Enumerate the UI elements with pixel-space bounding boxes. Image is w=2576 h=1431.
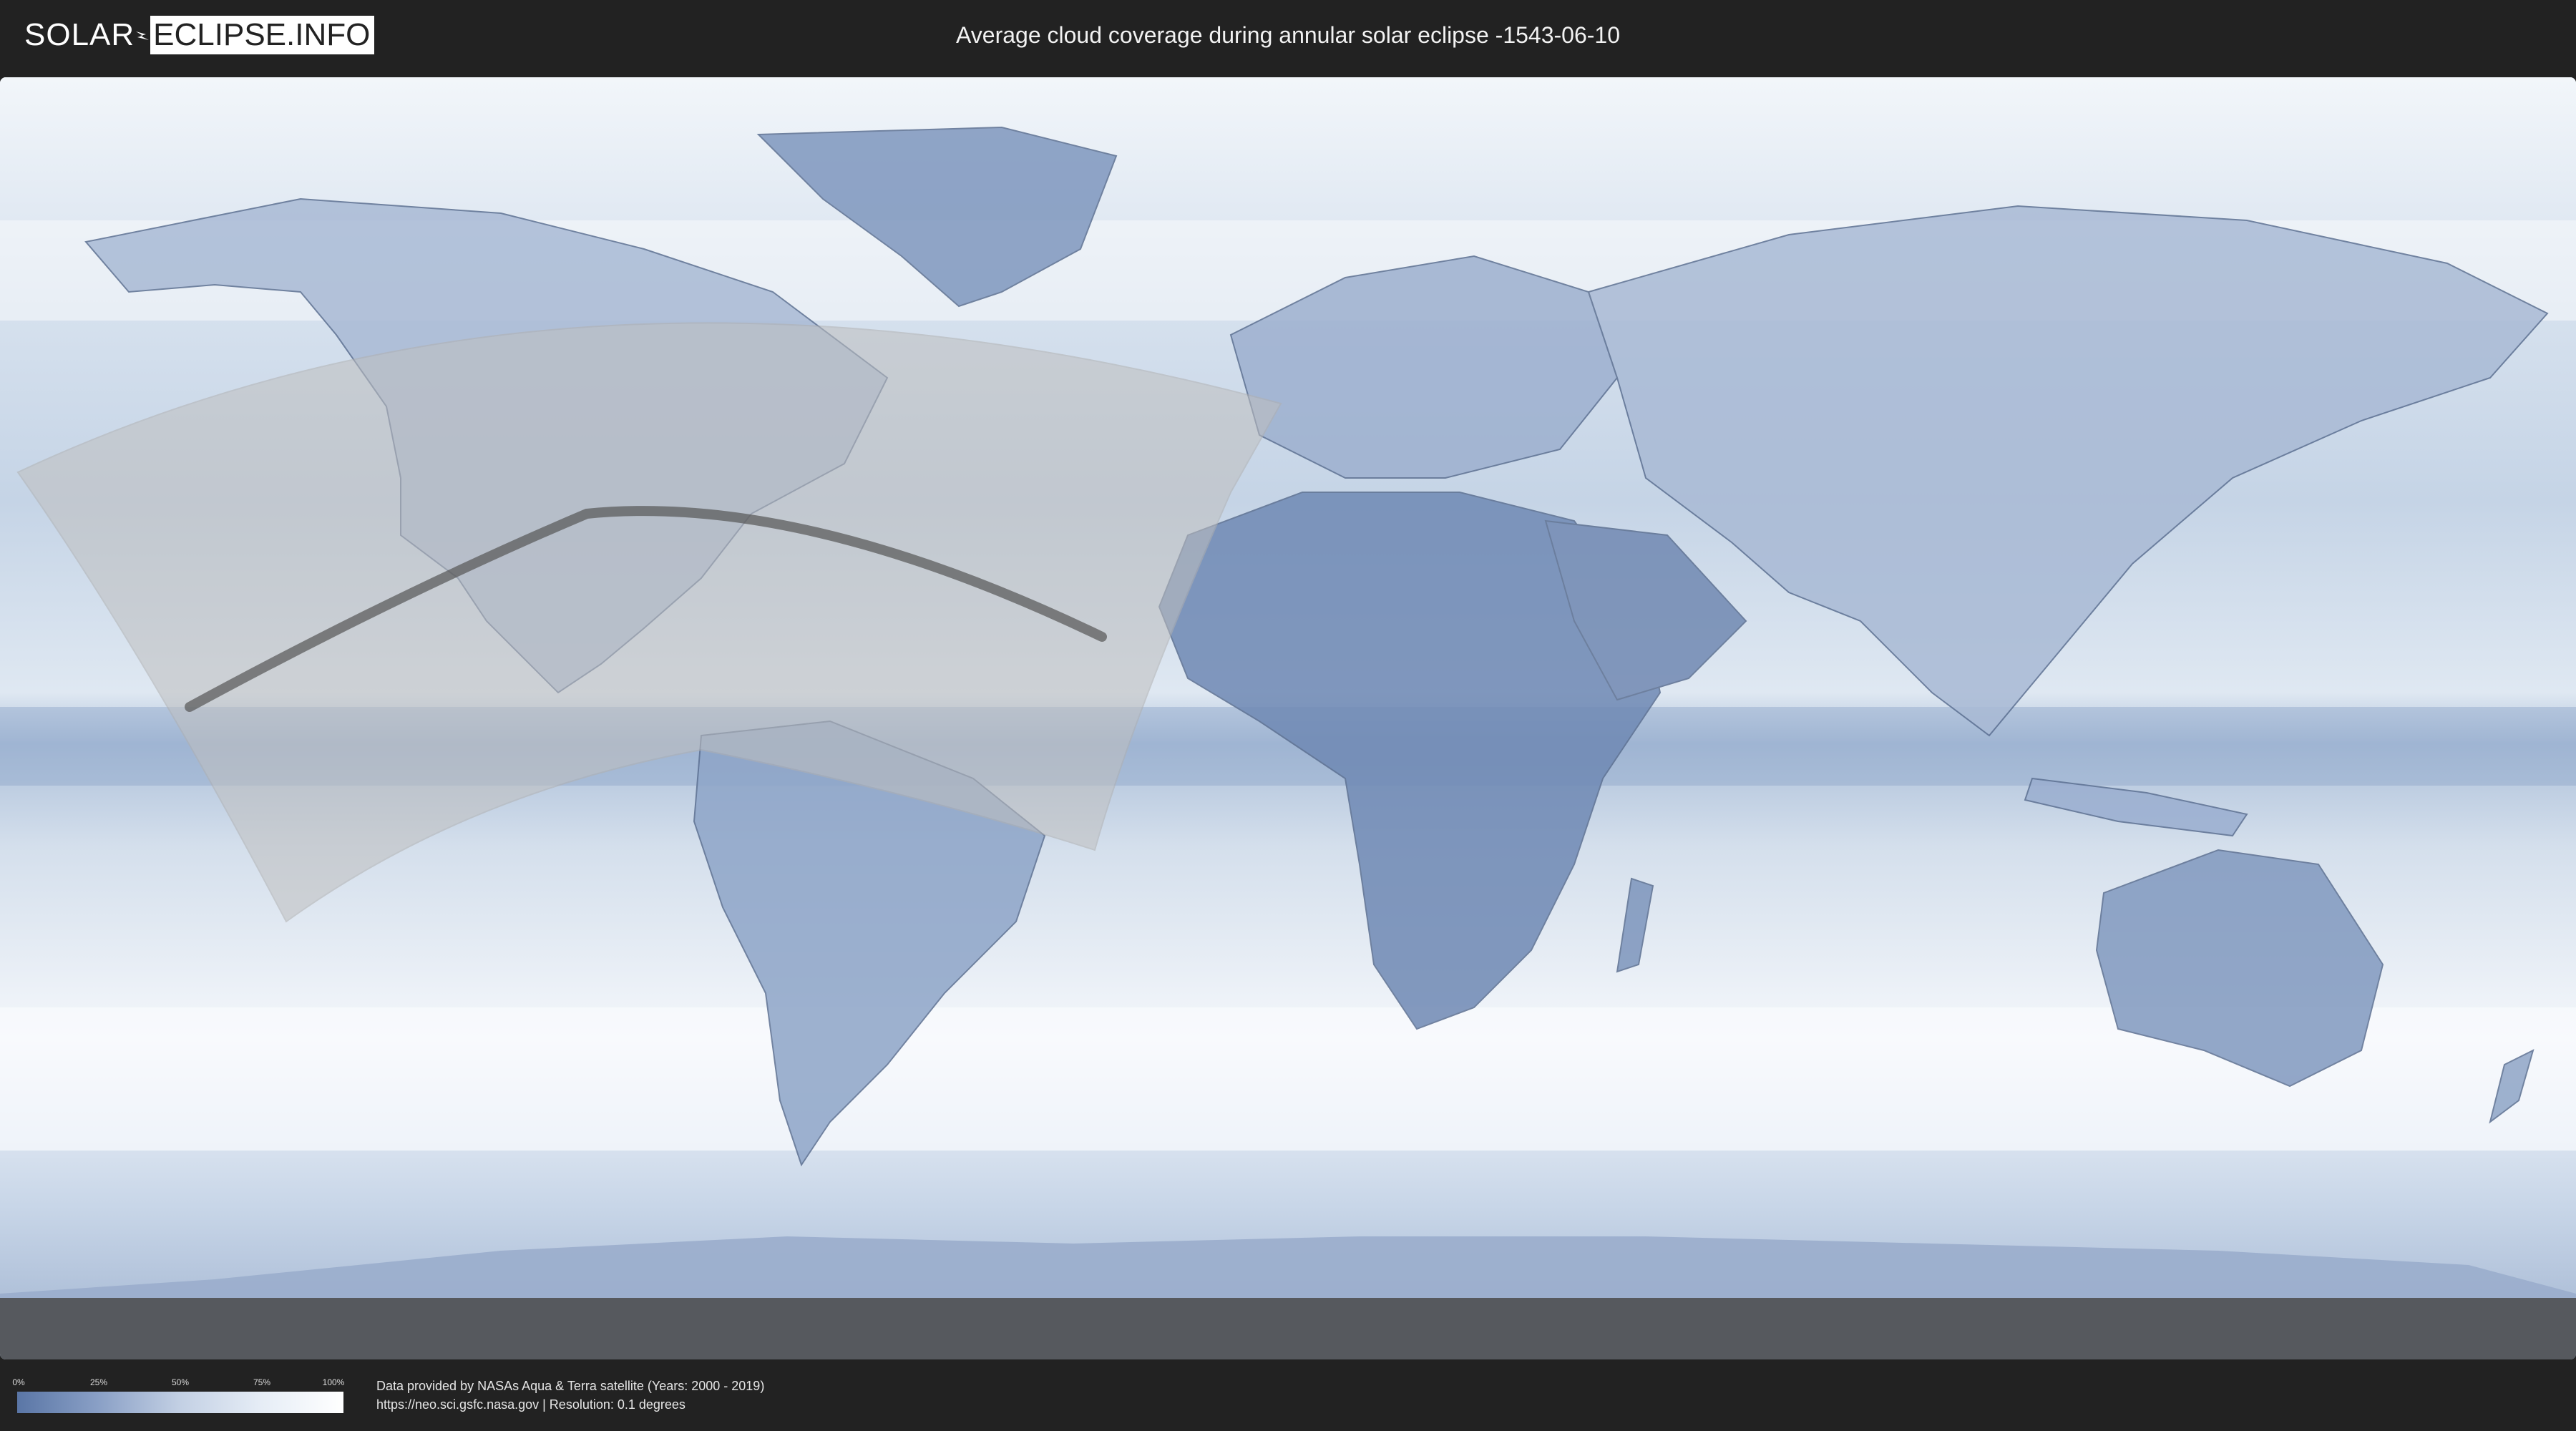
cloud-coverage-map[interactable]	[0, 77, 2576, 1359]
legend-tick-50: 50%	[171, 1377, 190, 1387]
footer-bar	[0, 1359, 2576, 1431]
page-title: Average cloud coverage during annular so…	[956, 22, 1620, 48]
polar-shadow	[0, 1298, 2576, 1359]
legend-tick-0: 0%	[12, 1377, 25, 1387]
legend-tick-100: 100%	[322, 1377, 345, 1387]
legend-tick-25: 25%	[89, 1377, 108, 1387]
data-source-line[interactable]: https://neo.sci.gsfc.nasa.gov | Resoluti…	[376, 1397, 686, 1412]
legend-tick-75: 75%	[253, 1377, 271, 1387]
data-credit-line: Data provided by NASAs Aqua & Terra sate…	[376, 1379, 765, 1393]
header-bar: SOLAR ECLIPSE.INFO Average cloud coverag…	[0, 0, 2576, 72]
legend-tick-labels: 0% 25% 50% 75% 100%	[12, 1377, 345, 1389]
cloud-coverage-legend	[17, 1392, 343, 1413]
